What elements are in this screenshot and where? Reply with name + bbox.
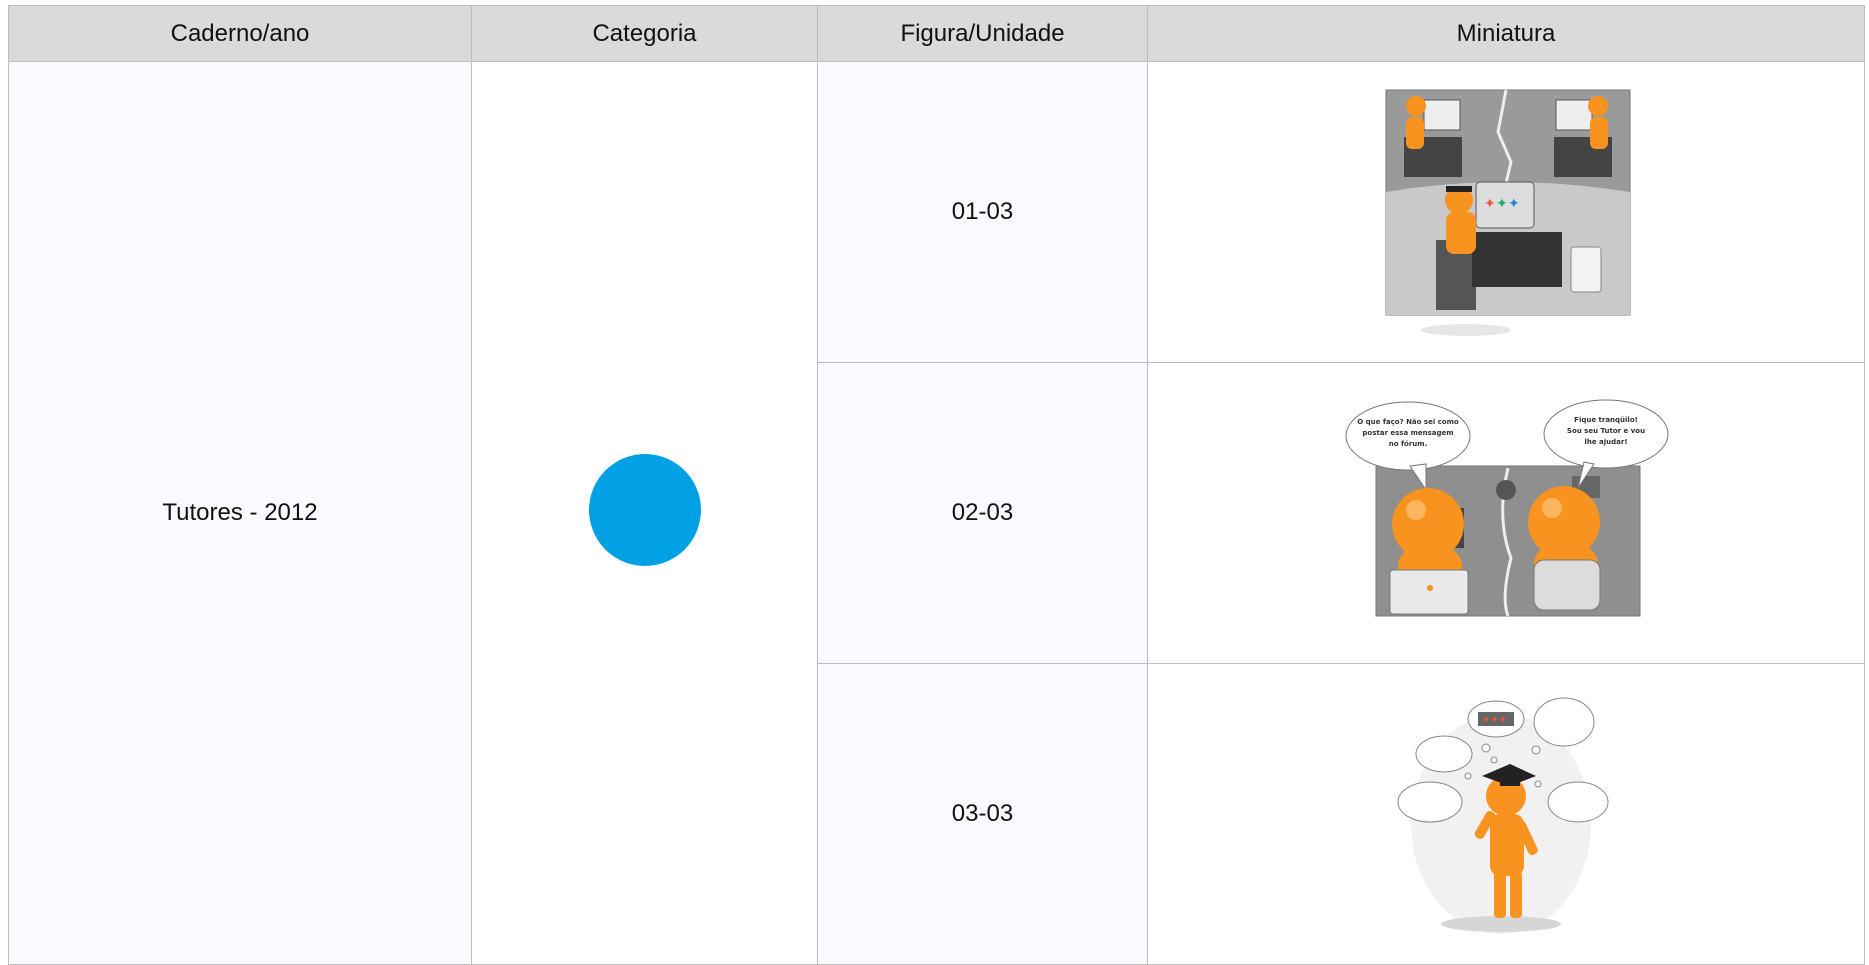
table-row: Tutores - 2012 01-03 ✦ ✦ ✦ xyxy=(8,61,1865,965)
figures-table: Caderno/ano Categoria Figura/Unidade Min… xyxy=(8,5,1865,965)
svg-text:✦✦✦: ✦✦✦ xyxy=(1482,715,1507,726)
bubble-text: postar essa mensagem xyxy=(1362,429,1453,437)
bubble-text: lhe ajudar! xyxy=(1584,438,1627,446)
tutor-dialogue-thumbnail[interactable]: O que faço? Não sei como postar essa men… xyxy=(1336,398,1676,628)
miniatura-cell: ✦ ✦ ✦ xyxy=(1147,61,1865,363)
header-miniatura: Miniatura xyxy=(1147,5,1865,62)
miniatura-cell: O que faço? Não sei como postar essa men… xyxy=(1147,362,1865,664)
miniatura-cell: ✦✦✦ xyxy=(1147,663,1865,965)
bubble-text: O que faço? Não sei como xyxy=(1357,418,1459,426)
figura-cell: 02-03 xyxy=(817,362,1148,664)
caderno-cell: Tutores - 2012 xyxy=(8,61,472,965)
svg-text:✦: ✦ xyxy=(1496,196,1508,212)
table-wrapper: Caderno/ano Categoria Figura/Unidade Min… xyxy=(8,5,1865,965)
office-workers-thumbnail[interactable]: ✦ ✦ ✦ xyxy=(1376,82,1636,342)
bubble-text: Fique tranqüilo! xyxy=(1574,416,1638,424)
header-figura: Figura/Unidade xyxy=(817,5,1148,62)
category-circle-icon xyxy=(588,453,701,566)
header-categoria: Categoria xyxy=(471,5,818,62)
categoria-cell xyxy=(471,61,818,965)
figura-cell: 03-03 xyxy=(817,663,1148,965)
header-row: Caderno/ano Categoria Figura/Unidade Min… xyxy=(8,5,1865,62)
bubble-text: Sou seu Tutor e vou xyxy=(1567,427,1645,435)
svg-text:✦: ✦ xyxy=(1508,196,1520,212)
bubble-text: no fórum. xyxy=(1389,440,1427,448)
graduate-thinking-thumbnail[interactable]: ✦✦✦ xyxy=(1386,684,1626,944)
figura-cell: 01-03 xyxy=(817,61,1148,363)
svg-text:✦: ✦ xyxy=(1484,196,1496,212)
header-caderno: Caderno/ano xyxy=(8,5,472,62)
